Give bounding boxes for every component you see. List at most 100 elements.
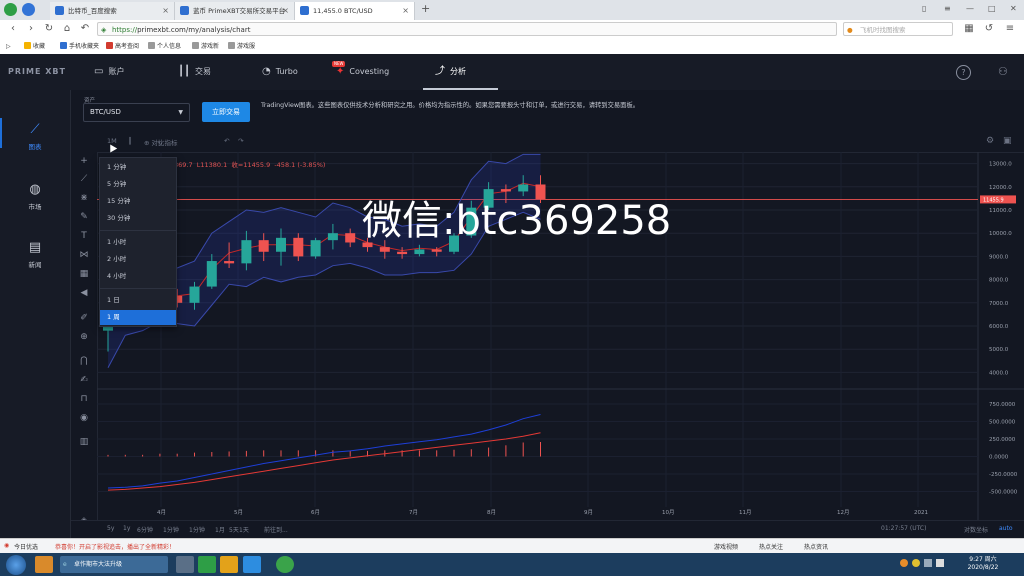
start-button[interactable]	[6, 555, 26, 575]
ruler-icon[interactable]: ▦	[76, 267, 92, 281]
taskbar-window-active[interactable]: e 卓作期市大法升级	[60, 556, 168, 573]
app-icon-3[interactable]	[220, 556, 238, 573]
browser-icon: e	[63, 561, 67, 568]
browser-back-icon[interactable]	[22, 3, 35, 16]
trendline-icon[interactable]: ⟋	[76, 172, 92, 186]
indicators-button[interactable]: ∿ 指标	[157, 137, 178, 147]
back-icon[interactable]: ‹	[6, 22, 20, 36]
asset-select[interactable]: BTC/USD ▼	[83, 103, 190, 122]
help-icon[interactable]: ?	[956, 65, 971, 80]
bookmark-1[interactable]: 收藏	[24, 41, 45, 52]
news-item-1[interactable]: 游戏视频	[714, 542, 738, 551]
sidebar-item-market[interactable]: ◍ 市场	[0, 182, 70, 211]
browser-360-icon[interactable]	[276, 556, 294, 573]
lock-icon[interactable]: ⊓	[76, 392, 92, 406]
interval-1d[interactable]: 1 日	[100, 293, 176, 308]
range-3m[interactable]: 1分钟	[163, 525, 179, 534]
grid-icon[interactable]: ▦	[962, 22, 976, 36]
nav-trade[interactable]: ┃┃ 交易	[178, 54, 211, 90]
news-ticker[interactable]: 恭喜你！开启了影视追击，播出了全新精彩！	[55, 542, 175, 551]
candle-type-icon[interactable]: ▕▏	[125, 137, 135, 145]
measure-icon[interactable]: ✐	[76, 311, 92, 325]
undo-close-icon[interactable]: ↶	[78, 22, 92, 36]
nav-covesting[interactable]: ✦ Covesting	[336, 54, 389, 90]
log-scale-toggle[interactable]: 对数坐标	[964, 525, 988, 534]
brush-icon[interactable]: ✎	[76, 210, 92, 224]
menu-icon[interactable]: ≡	[1003, 22, 1017, 36]
sidebar-item-news[interactable]: ▤ 新闻	[0, 240, 70, 269]
pattern-icon[interactable]: ⋈	[76, 248, 92, 262]
app-icon-2[interactable]	[176, 556, 194, 573]
interval-1m[interactable]: 1 分钟	[100, 160, 176, 175]
range-5y[interactable]: 5y	[107, 525, 114, 532]
news-item-2[interactable]: 热点关注	[759, 542, 783, 551]
nav-turbo[interactable]: ◔ Turbo	[262, 54, 298, 90]
window-controls[interactable]: ▯ ≡ — □ ✕	[922, 4, 1022, 16]
auto-scale-toggle[interactable]: auto	[999, 525, 1013, 532]
bookmark-3[interactable]: 高考查阅	[106, 41, 139, 52]
fib-icon[interactable]: ⋇	[76, 191, 92, 205]
range-6m[interactable]: 6分钟	[137, 525, 153, 534]
close-icon[interactable]: ×	[162, 2, 169, 20]
range-5d[interactable]: 5天	[229, 525, 239, 534]
forward-icon[interactable]: ›	[24, 22, 38, 36]
news-label[interactable]: 今日优选	[14, 542, 38, 551]
bookmark-5[interactable]: 游戏新	[192, 41, 219, 52]
camera-icon[interactable]: ▣	[1003, 136, 1012, 146]
interval-2h[interactable]: 2 小时	[100, 252, 176, 267]
arrow-left-icon[interactable]: ◀	[76, 286, 92, 300]
home-icon[interactable]: ⌂	[60, 22, 74, 36]
price-tick-label: 6000.0	[989, 324, 1009, 330]
sidebar-item-chart[interactable]: ⟋ 图表	[0, 122, 70, 151]
range-1d[interactable]: 1天	[239, 525, 249, 534]
new-tab-button[interactable]: +	[421, 2, 430, 15]
tab-title: 蓝币 PrimeXBT交易所交易平台	[193, 7, 286, 15]
close-icon[interactable]: ×	[282, 2, 289, 20]
undo-icon[interactable]: ↶	[224, 137, 229, 145]
nav-analysis[interactable]: ⤴ 分析	[435, 54, 466, 90]
undo-icon[interactable]: ↺	[982, 22, 996, 36]
lock-draw-icon[interactable]: ✍	[76, 373, 92, 387]
app-icon-1[interactable]	[35, 556, 53, 573]
browser-tab-1[interactable]: 比特币_百度搜索 ×	[50, 2, 175, 20]
eye-icon[interactable]: ◉	[76, 411, 92, 425]
bookmark-4[interactable]: 个人信息	[148, 41, 181, 52]
user-icon[interactable]: ⚇	[998, 65, 1008, 78]
redo-icon[interactable]: ↷	[238, 137, 243, 145]
interval-5m[interactable]: 5 分钟	[100, 177, 176, 192]
wechat-icon[interactable]	[198, 556, 216, 573]
logo[interactable]: PRIME XBT	[8, 54, 66, 90]
browser-tab-3[interactable]: 11,455.0 BTC/USD ×	[295, 2, 415, 20]
bookmarks-toggle-icon[interactable]: ▷	[6, 41, 11, 52]
gear-icon[interactable]: ⚙	[986, 136, 994, 146]
range-1y[interactable]: 1y	[123, 525, 130, 532]
magnet-icon[interactable]: ⋂	[76, 354, 92, 368]
system-tray[interactable]	[900, 559, 950, 569]
interval-4h[interactable]: 4 小时	[100, 269, 176, 284]
player-icon[interactable]	[243, 556, 261, 573]
interval-1h[interactable]: 1 小时	[100, 235, 176, 250]
browser-tab-2[interactable]: 蓝币 PrimeXBT交易所交易平台 ×	[175, 2, 295, 20]
interval-15m[interactable]: 15 分钟	[100, 194, 176, 209]
crosshair-icon[interactable]: +	[76, 154, 92, 168]
interval-30m[interactable]: 30 分钟	[100, 211, 176, 226]
refresh-icon[interactable]: ↻	[42, 22, 56, 36]
clock[interactable]: 9:27 周六 2020/8/22	[962, 556, 1004, 572]
range-1m-b[interactable]: 1分钟	[189, 525, 205, 534]
news-item-3[interactable]: 热点资讯	[804, 542, 828, 551]
bookmark-2[interactable]: 手机收藏夹	[60, 41, 99, 52]
bookmark-6[interactable]: 游戏服	[228, 41, 255, 52]
zoom-icon[interactable]: ⊕	[76, 330, 92, 344]
trash-icon[interactable]: ▥	[76, 435, 92, 449]
url-input[interactable]: ◈ https://primexbt.com/my/analysis/chart	[97, 22, 837, 36]
nav-account[interactable]: ▭ 账户	[94, 54, 124, 90]
close-icon[interactable]: ×	[402, 2, 409, 20]
covesting-icon: ✦	[336, 66, 345, 77]
search-input[interactable]: ● 飞机时找图搜索	[843, 22, 953, 36]
range-1mo[interactable]: 1月	[215, 525, 225, 534]
text-icon[interactable]: T	[76, 229, 92, 243]
candle-body	[293, 237, 304, 257]
trade-now-button[interactable]: 立即交易	[202, 102, 250, 122]
goto-button[interactable]: 前往到...	[264, 525, 288, 534]
interval-1w[interactable]: 1 周	[100, 310, 176, 325]
